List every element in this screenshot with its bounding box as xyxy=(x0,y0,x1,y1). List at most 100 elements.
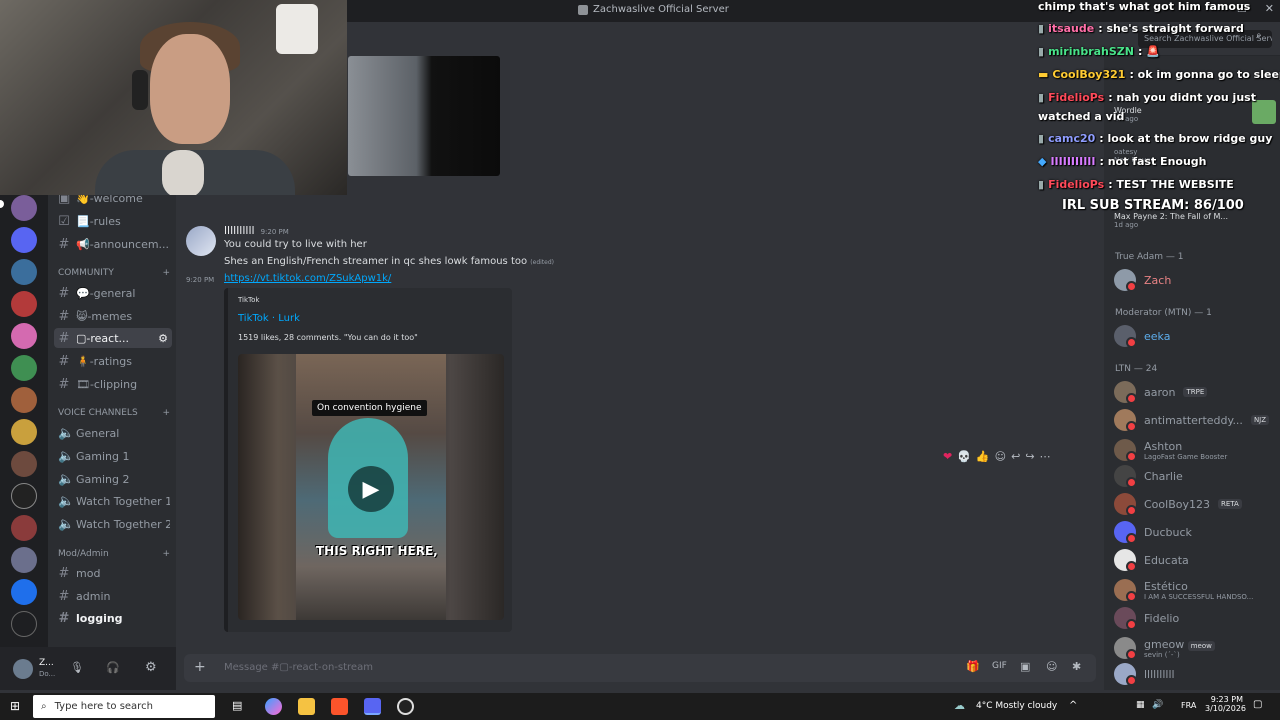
play-icon[interactable]: ▶ xyxy=(348,466,394,512)
skull-reaction-icon[interactable]: 💀 xyxy=(957,450,971,463)
avatar[interactable] xyxy=(13,659,33,679)
member-fidelio[interactable]: Fidelio xyxy=(1114,606,1274,630)
server-icon-11[interactable] xyxy=(11,515,37,541)
tray-chevron-icon[interactable]: ^ xyxy=(1069,700,1077,711)
obs-icon[interactable] xyxy=(397,698,414,715)
taskbar-search[interactable]: ⌕ Type here to search xyxy=(33,695,215,718)
channel-ratings[interactable]: # 🧍-ratings xyxy=(58,351,170,371)
heart-reaction-icon[interactable]: ❤ xyxy=(943,450,952,463)
server-icon-12[interactable] xyxy=(11,547,37,573)
member-antimatterteddy[interactable]: antimatterteddy... NJZ xyxy=(1114,408,1274,432)
channel-clipping[interactable]: # 🎞-clipping xyxy=(58,374,170,394)
member-charlie[interactable]: Charlie xyxy=(1114,464,1274,488)
more-options-icon[interactable]: ⋯ xyxy=(1040,450,1051,463)
member-coolboy123[interactable]: CoolBoy123 RETA xyxy=(1114,492,1274,516)
hash-icon: # xyxy=(58,588,70,604)
message-author-avatar[interactable] xyxy=(186,226,216,256)
user-settings-icon[interactable]: ⚙ xyxy=(145,660,157,675)
brave-browser-icon[interactable] xyxy=(331,698,348,715)
member-zach[interactable]: Zach xyxy=(1114,268,1274,292)
member-ducbuck[interactable]: Ducbuck xyxy=(1114,520,1274,544)
server-icon-9[interactable] xyxy=(11,451,37,477)
task-view-icon[interactable]: ▤ xyxy=(232,699,242,712)
sticker-icon[interactable]: ▣ xyxy=(1020,660,1030,673)
language-indicator[interactable]: FRA xyxy=(1181,701,1196,710)
reply-icon[interactable]: ↩ xyxy=(1011,450,1020,463)
gif-icon[interactable]: GIF xyxy=(992,661,1007,671)
discord-icon[interactable] xyxy=(364,698,381,715)
emoji-icon[interactable]: ☺ xyxy=(1046,660,1057,673)
thumbs-up-reaction-icon[interactable]: 👍 xyxy=(976,450,990,463)
add-channel-icon[interactable]: + xyxy=(162,268,170,278)
member-last[interactable]: llllllllll xyxy=(1114,662,1274,686)
category-community[interactable]: COMMUNITY + xyxy=(58,268,170,278)
forward-icon[interactable]: ↪ xyxy=(1025,450,1034,463)
channel-label: General xyxy=(76,426,120,440)
channel-label: 😸-memes xyxy=(76,309,133,323)
hash-icon: # xyxy=(58,236,70,252)
category-voice[interactable]: VOICE CHANNELS + xyxy=(58,408,170,418)
avatar xyxy=(1114,663,1137,686)
channel-memes[interactable]: # 😸-memes xyxy=(58,306,170,326)
tiktok-link[interactable]: https://vt.tiktok.com/ZSukApw1k/ xyxy=(224,273,391,284)
copilot-icon[interactable] xyxy=(265,698,282,715)
server-icon-14[interactable] xyxy=(11,611,37,637)
message-composer[interactable]: + Message #▢-react-on-stream 🎁 GIF ▣ ☺ ✱ xyxy=(184,654,1096,682)
member-ashton[interactable]: Ashton LagoFast Game Booster xyxy=(1114,436,1274,464)
headphones-icon[interactable]: 🎧 xyxy=(106,661,120,674)
add-channel-icon[interactable]: + xyxy=(162,408,170,418)
embed-title[interactable]: TikTok · Lurk xyxy=(238,313,300,324)
add-attachment-icon[interactable]: + xyxy=(194,659,206,675)
gift-icon[interactable]: 🎁 xyxy=(966,660,980,673)
server-icon-5[interactable] xyxy=(11,323,37,349)
network-icon[interactable]: ▦ xyxy=(1136,700,1145,710)
rules-channel-icon: ☑ xyxy=(58,213,70,229)
embed-video[interactable]: On convention hygiene THIS RIGHT HERE, ▶ xyxy=(238,354,504,620)
clock[interactable]: 9:23 PM 3/10/2026 xyxy=(1205,695,1246,713)
voice-channel-watch-1[interactable]: 🔈 Watch Together 1 xyxy=(58,491,170,511)
server-icon-3[interactable] xyxy=(11,259,37,285)
message-text: Shes an English/French streamer in qc sh… xyxy=(224,256,528,267)
category-mod-admin[interactable]: Mod/Admin + xyxy=(58,549,170,559)
weather-text[interactable]: 4°C Mostly cloudy xyxy=(976,701,1057,711)
channel-logging[interactable]: # logging xyxy=(58,608,170,628)
channel-react-on-stream[interactable]: # ▢-react... ⚙ xyxy=(54,328,172,348)
member-tag: RETA xyxy=(1217,499,1242,509)
server-icon-1[interactable] xyxy=(11,195,37,221)
microphone-icon[interactable]: 🎙 xyxy=(70,661,84,674)
channel-general[interactable]: # 💬-general xyxy=(58,283,170,303)
add-reaction-icon[interactable]: ☺ xyxy=(995,450,1006,463)
channel-admin[interactable]: # admin xyxy=(58,586,170,606)
channel-rules[interactable]: ☑ 📃-rules xyxy=(58,211,170,231)
voice-channel-gaming-2[interactable]: 🔈 Gaming 2 xyxy=(58,469,170,489)
server-icon-2[interactable] xyxy=(11,227,37,253)
channel-mod[interactable]: # mod xyxy=(58,563,170,583)
member-educata[interactable]: Educata xyxy=(1114,548,1274,572)
voice-channel-gaming-1[interactable]: 🔈 Gaming 1 xyxy=(58,446,170,466)
voice-channel-general[interactable]: 🔈 General xyxy=(58,423,170,443)
member-estetico[interactable]: Estético I AM A SUCCESSFUL HANDSO... xyxy=(1114,576,1274,604)
voice-channel-watch-2[interactable]: 🔈 Watch Together 2 xyxy=(58,514,170,534)
settings-icon[interactable]: ⚙ xyxy=(158,332,172,345)
volume-icon[interactable]: 🔊 xyxy=(1152,700,1163,710)
server-icon-13[interactable] xyxy=(11,579,37,605)
avatar xyxy=(1114,409,1137,432)
member-eeka[interactable]: eeka xyxy=(1114,324,1274,348)
member-gmeow[interactable]: gmeow meow sevin (ˊ-ˋ) xyxy=(1114,634,1274,662)
notifications-icon[interactable]: ▢ xyxy=(1253,699,1262,710)
member-aaron[interactable]: aaron TRPE xyxy=(1114,380,1274,404)
add-channel-icon[interactable]: + xyxy=(162,549,170,559)
apps-icon[interactable]: ✱ xyxy=(1072,660,1081,673)
windows-start-icon[interactable]: ⊞ xyxy=(10,699,20,713)
file-explorer-icon[interactable] xyxy=(298,698,315,715)
server-icon-4[interactable] xyxy=(11,291,37,317)
streamer-face xyxy=(150,34,230,144)
server-icon-7[interactable] xyxy=(11,387,37,413)
message-input[interactable]: Message #▢-react-on-stream xyxy=(224,662,373,673)
server-icon-10[interactable] xyxy=(11,483,37,509)
server-icon-8[interactable] xyxy=(11,419,37,445)
channel-announcements[interactable]: # 📢-announcem... xyxy=(58,234,170,254)
chat-username: CoolBoy321 xyxy=(1052,68,1126,81)
server-icon-6[interactable] xyxy=(11,355,37,381)
message-author[interactable]: llllllllll xyxy=(224,224,255,237)
